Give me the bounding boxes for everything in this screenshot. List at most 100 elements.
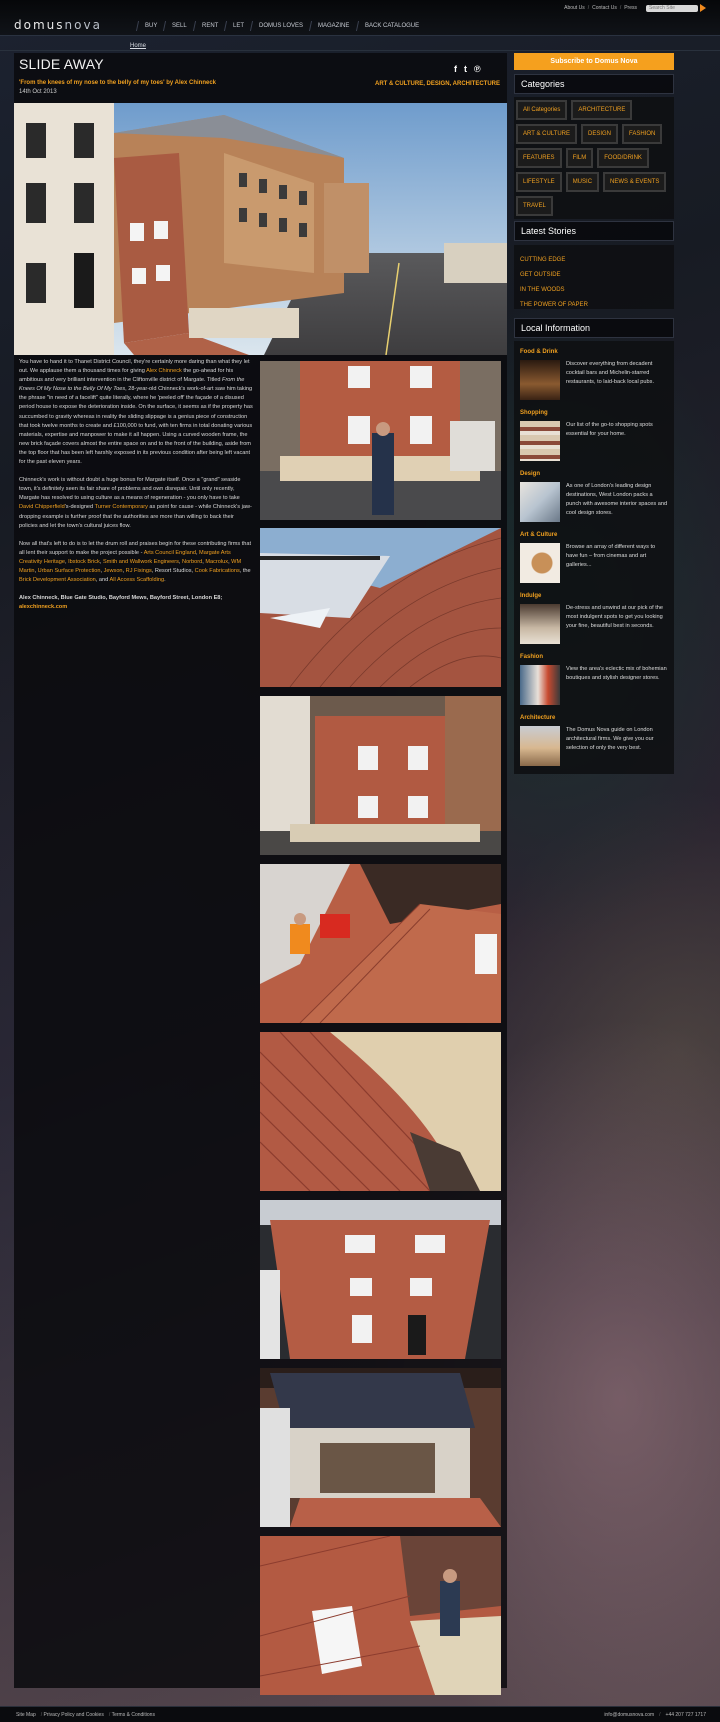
alex-chinneck-link[interactable]: Alex Chinneck bbox=[146, 368, 182, 374]
category-music[interactable]: MUSIC bbox=[565, 172, 600, 192]
about-us-link[interactable]: About Us bbox=[564, 5, 585, 11]
category-news-events[interactable]: NEWS & EVENTS bbox=[603, 172, 667, 192]
local-category[interactable]: Shopping bbox=[520, 410, 668, 416]
site-logo[interactable]: domusnova bbox=[14, 18, 102, 32]
article-subtitle: 'From the knees of my nose to the belly … bbox=[19, 80, 217, 86]
site-map-link[interactable]: Site Map bbox=[16, 1712, 36, 1718]
latest-story-link[interactable]: CUTTING EDGE bbox=[520, 253, 668, 268]
facebook-icon[interactable]: f bbox=[454, 65, 457, 74]
gallery-image[interactable] bbox=[260, 1032, 501, 1191]
local-category[interactable]: Fashion bbox=[520, 654, 668, 660]
artist-website-link[interactable]: alexchinneck.com bbox=[19, 603, 254, 612]
nav-domus-loves[interactable]: DOMUS LOVES bbox=[250, 21, 312, 31]
sponsor-link[interactable]: Macrolux bbox=[205, 559, 228, 565]
local-information-list: Food & Drink Discover everything from de… bbox=[514, 341, 674, 774]
pinterest-icon[interactable]: ℗ bbox=[474, 65, 481, 74]
local-item-food-drink[interactable]: Food & Drink Discover everything from de… bbox=[520, 349, 668, 400]
local-thumbnail[interactable] bbox=[520, 482, 560, 522]
local-category[interactable]: Food & Drink bbox=[520, 349, 668, 355]
category-lifestyle[interactable]: LIFESTYLE bbox=[516, 172, 562, 192]
search-input[interactable] bbox=[646, 4, 698, 12]
local-thumbnail[interactable] bbox=[520, 604, 560, 644]
sponsor-link[interactable]: Urban Surface Protection bbox=[38, 568, 101, 574]
utility-nav: About Us / Contact Us / Press bbox=[561, 4, 706, 12]
local-item-fashion[interactable]: Fashion View the area's eclectic mix of … bbox=[520, 654, 668, 705]
local-item-design[interactable]: Design As one of London's leading design… bbox=[520, 471, 668, 522]
local-thumbnail[interactable] bbox=[520, 665, 560, 705]
search-arrow-icon[interactable] bbox=[700, 4, 706, 12]
local-description: View the area's eclectic mix of bohemian… bbox=[566, 666, 667, 681]
article-paragraph: Chinneck's work is without doubt a huge … bbox=[19, 477, 252, 529]
local-thumbnail[interactable] bbox=[520, 543, 560, 583]
local-description: Discover everything from decadent cockta… bbox=[566, 361, 654, 385]
gallery-image[interactable] bbox=[260, 528, 501, 687]
local-category[interactable]: Design bbox=[520, 471, 668, 477]
gallery-image[interactable] bbox=[260, 1536, 501, 1695]
turner-contemporary-link[interactable]: Turner Contemporary bbox=[95, 504, 148, 510]
gallery-image[interactable] bbox=[260, 1200, 501, 1359]
local-information-heading: Local Information bbox=[514, 318, 674, 338]
sponsor-link[interactable]: RJ Fixings bbox=[126, 568, 152, 574]
sponsor-link[interactable]: Cook Fabrications bbox=[195, 568, 240, 574]
sponsor-link[interactable]: Smith and Wallwork Engineers bbox=[103, 559, 179, 565]
categories-list: All Categories ARCHITECTURE ART & CULTUR… bbox=[514, 97, 674, 219]
contact-us-link[interactable]: Contact Us bbox=[592, 5, 617, 11]
nav-back-catalogue[interactable]: BACK CATALOGUE bbox=[355, 21, 427, 31]
article-categories[interactable]: ART & CULTURE, DESIGN, ARCHITECTURE bbox=[375, 81, 500, 87]
local-item-art-culture[interactable]: Art & Culture Browse an array of differe… bbox=[520, 532, 668, 583]
terms-link[interactable]: Terms & Conditions bbox=[112, 1712, 155, 1718]
gallery-image[interactable] bbox=[260, 864, 501, 1023]
privacy-policy-link[interactable]: Privacy Policy and Cookies bbox=[44, 1712, 104, 1718]
david-chipperfield-link[interactable]: David Chipperfield bbox=[19, 504, 65, 510]
latest-stories-list: CUTTING EDGE GET OUTSIDE IN THE WOODS TH… bbox=[514, 245, 674, 309]
category-fashion[interactable]: FASHION bbox=[622, 124, 663, 144]
local-item-architecture[interactable]: Architecture The Domus Nova guide on Lon… bbox=[520, 715, 668, 766]
category-art-culture[interactable]: ART & CULTURE bbox=[516, 124, 578, 144]
local-description: Browse an array of different ways to hav… bbox=[566, 544, 656, 568]
nav-magazine[interactable]: MAGAZINE bbox=[309, 21, 358, 31]
latest-story-link[interactable]: GET OUTSIDE bbox=[520, 268, 668, 283]
category-design[interactable]: DESIGN bbox=[581, 124, 619, 144]
sponsor-link[interactable]: Jewson bbox=[104, 568, 123, 574]
category-all[interactable]: All Categories bbox=[516, 100, 568, 120]
local-thumbnail[interactable] bbox=[520, 421, 560, 461]
local-item-shopping[interactable]: Shopping Our list of the go-to shopping … bbox=[520, 410, 668, 461]
nav-sell[interactable]: SELL bbox=[163, 21, 196, 31]
breadcrumb-home[interactable]: Home bbox=[130, 43, 146, 49]
article-title: SLIDE AWAY bbox=[19, 56, 104, 72]
hero-image bbox=[14, 103, 507, 355]
twitter-icon[interactable]: t bbox=[464, 65, 467, 74]
article-body: You have to hand it to Thanet District C… bbox=[19, 358, 254, 621]
local-thumbnail[interactable] bbox=[520, 726, 560, 766]
local-category[interactable]: Art & Culture bbox=[520, 532, 668, 538]
nav-rent[interactable]: RENT bbox=[192, 21, 227, 31]
gallery-image[interactable] bbox=[260, 1368, 501, 1527]
sponsor-link[interactable]: Norbord bbox=[182, 559, 202, 565]
local-category[interactable]: Architecture bbox=[520, 715, 668, 721]
sponsor-link[interactable]: Arts Council England bbox=[144, 550, 196, 556]
subscribe-button[interactable]: Subscribe to Domus Nova bbox=[514, 53, 674, 70]
footer-email[interactable]: info@domusnova.com bbox=[604, 1712, 654, 1718]
local-description: De-stress and unwind at our pick of the … bbox=[566, 605, 664, 629]
sponsor-link[interactable]: Brick Development Association bbox=[19, 577, 96, 583]
gallery-image[interactable] bbox=[260, 696, 501, 855]
local-item-indulge[interactable]: Indulge De-stress and unwind at our pick… bbox=[520, 593, 668, 644]
article-panel: SLIDE AWAY 'From the knees of my nose to… bbox=[14, 53, 507, 1695]
local-category[interactable]: Indulge bbox=[520, 593, 668, 599]
sponsor-link[interactable]: Ibstock Brick bbox=[68, 559, 100, 565]
latest-story-link[interactable]: THE POWER OF PAPER bbox=[520, 298, 668, 313]
article-credit: Alex Chinneck, Blue Gate Studio, Bayford… bbox=[19, 594, 254, 612]
latest-story-link[interactable]: IN THE WOODS bbox=[520, 283, 668, 298]
category-film[interactable]: FILM bbox=[565, 148, 594, 168]
category-architecture[interactable]: ARCHITECTURE bbox=[571, 100, 633, 120]
category-travel[interactable]: TRAVEL bbox=[516, 196, 553, 216]
nav-let[interactable]: LET bbox=[224, 21, 253, 31]
sponsor-link[interactable]: All Access Scaffolding bbox=[109, 577, 164, 583]
category-food-drink[interactable]: FOOD/DRINK bbox=[597, 148, 649, 168]
category-features[interactable]: FEATURES bbox=[516, 148, 562, 168]
press-link[interactable]: Press bbox=[624, 5, 637, 11]
local-description: The Domus Nova guide on London architect… bbox=[566, 727, 654, 751]
nav-buy[interactable]: BUY bbox=[135, 21, 166, 31]
local-thumbnail[interactable] bbox=[520, 360, 560, 400]
gallery-image[interactable] bbox=[260, 361, 501, 520]
